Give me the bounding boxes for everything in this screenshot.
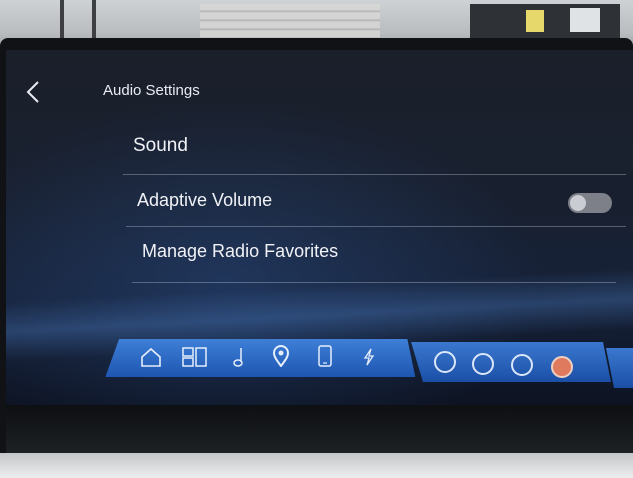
infotainment-screen: Audio Settings Sound Adaptive Volume Man…: [6, 50, 633, 405]
divider: [126, 226, 626, 227]
menu-item-adaptive-volume[interactable]: Adaptive Volume: [137, 190, 272, 211]
app-circle-3-icon[interactable]: [511, 354, 533, 376]
phone-icon[interactable]: [317, 345, 333, 367]
divider: [123, 174, 626, 175]
app-circle-4-icon[interactable]: [551, 356, 573, 378]
home-icon[interactable]: [140, 347, 162, 367]
divider: [132, 282, 616, 283]
music-note-icon[interactable]: [232, 346, 248, 368]
equipment-sticker: [526, 10, 544, 32]
toggle-knob: [570, 195, 586, 211]
adaptive-volume-toggle[interactable]: [568, 193, 612, 213]
chevron-left-icon[interactable]: [24, 80, 44, 104]
menu-item-sound[interactable]: Sound: [133, 135, 188, 157]
apps-grid-icon[interactable]: [182, 347, 208, 367]
menu-item-manage-radio-favorites[interactable]: Manage Radio Favorites: [142, 241, 338, 262]
app-circle-1-icon[interactable]: [434, 351, 456, 373]
app-circle-2-icon[interactable]: [472, 353, 494, 375]
dashboard-surface: [0, 453, 633, 478]
dashboard-trim: [6, 405, 633, 453]
page-title: Audio Settings: [103, 82, 200, 99]
photo-frame: Audio Settings Sound Adaptive Volume Man…: [0, 0, 633, 478]
equipment-sign: [570, 8, 600, 32]
location-pin-icon[interactable]: [272, 345, 290, 367]
charging-bolt-icon[interactable]: [362, 348, 376, 366]
